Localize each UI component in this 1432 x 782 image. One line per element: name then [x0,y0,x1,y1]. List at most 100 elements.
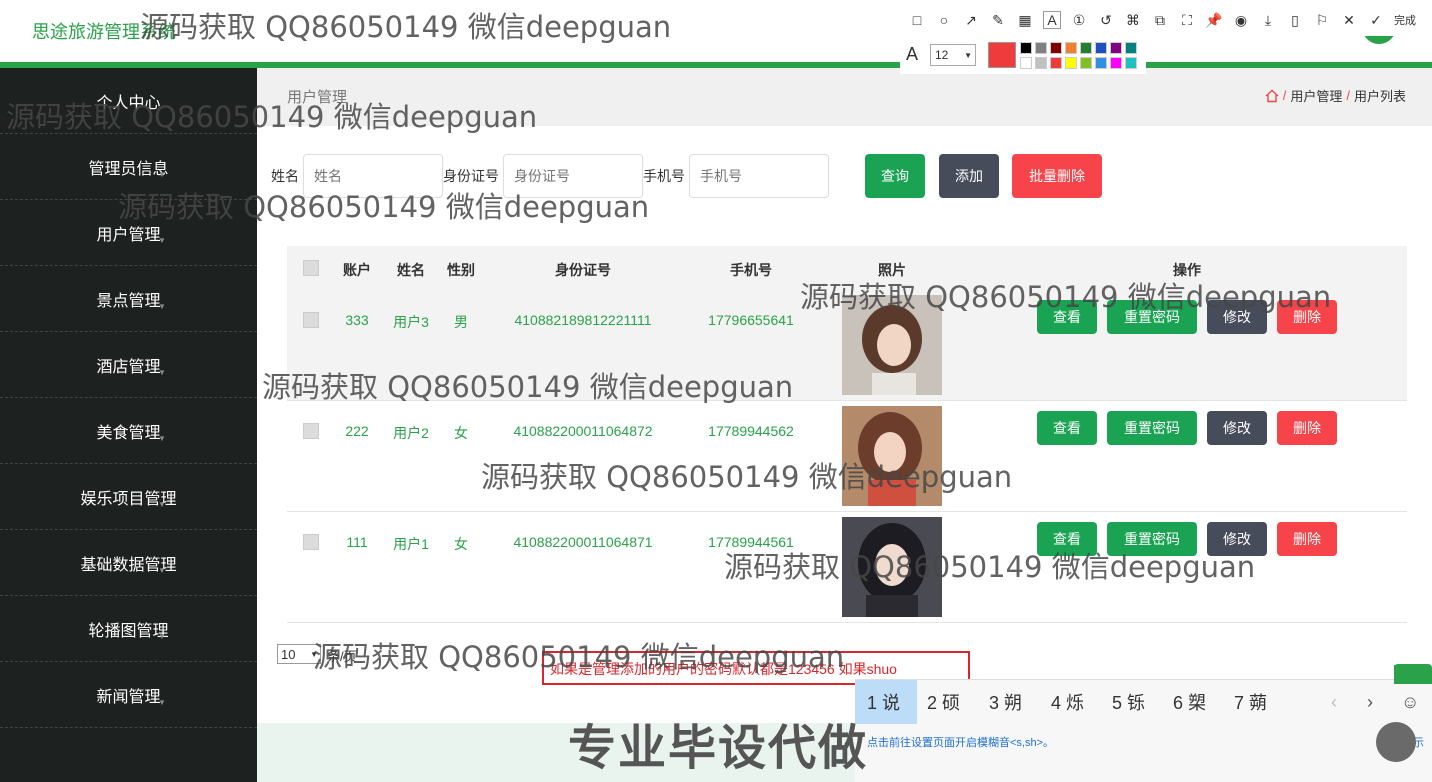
long-screenshot-icon[interactable]: ⛶ [1178,12,1196,29]
ocr-icon[interactable]: ⌘ [1124,12,1142,29]
mosaic-icon[interactable]: ▦ [1016,12,1034,29]
reset-password-button[interactable]: 重置密码 [1107,300,1197,334]
row-checkbox[interactable] [303,534,319,550]
color-swatch[interactable] [1065,42,1077,54]
chevron-down-icon: ▼ [158,566,166,575]
sidebar-item-base-data[interactable]: 基础数据管理 ▼ [0,530,257,596]
color-swatch[interactable] [1125,42,1137,54]
sidebar-item-attractions[interactable]: 景点管理 ▼ [0,266,257,332]
color-swatch[interactable] [1110,57,1122,69]
edit-button[interactable]: 修改 [1207,522,1267,556]
home-icon[interactable] [1265,89,1279,103]
breadcrumb-user-list: 用户列表 [1353,89,1406,104]
row-checkbox[interactable] [303,312,319,328]
user-photo [842,517,942,617]
next-page-icon[interactable]: › [1367,692,1373,713]
color-swatch[interactable] [1050,42,1062,54]
current-color[interactable] [988,42,1016,68]
color-swatch[interactable] [1020,57,1032,69]
rectangle-icon[interactable]: □ [908,12,926,28]
sidebar-item-profile[interactable]: 个人中心 [0,68,257,134]
cell-account: 222 [345,423,369,439]
color-swatch[interactable] [1035,42,1047,54]
prev-page-icon[interactable]: ‹ [1331,692,1337,713]
breadcrumb: / 用户管理 / 用户列表 [1265,86,1406,105]
cell-account: 333 [345,312,369,328]
page-title-bar: 用户管理 / 用户管理 / 用户列表 [257,68,1432,126]
undo-icon[interactable]: ↺ [1097,12,1115,29]
check-icon[interactable]: ✓ [1367,12,1385,29]
reset-password-button[interactable]: 重置密码 [1107,411,1197,445]
sidebar-item-food[interactable]: 美食管理 ▼ [0,398,257,464]
phone-icon[interactable]: ▯ [1286,12,1304,29]
arrow-icon[interactable]: ↗ [962,12,980,29]
ime-candidate[interactable]: 5 铄 [1112,680,1145,724]
ime-candidate[interactable]: 2 硕 [927,680,960,724]
number-icon[interactable]: ① [1070,12,1088,29]
query-button[interactable]: 查询 [865,154,925,198]
scroll-top-button[interactable] [1394,664,1432,684]
table-row: 222 用户2 女 410882200011064872 17789944562… [287,401,1407,512]
sidebar-item-news[interactable]: 新闻管理 ▼ [0,662,257,728]
color-swatch[interactable] [1050,57,1062,69]
done-button[interactable]: 完成 [1394,12,1416,28]
color-swatch[interactable] [1110,42,1122,54]
phone-input[interactable] [689,154,829,198]
color-swatch[interactable] [1035,57,1047,69]
sidebar-item-carousel[interactable]: 轮播图管理 ▼ [0,596,257,662]
row-checkbox[interactable] [303,423,319,439]
translate-icon[interactable]: ⧉ [1151,12,1169,29]
view-button[interactable]: 查看 [1037,411,1097,445]
color-swatch[interactable] [1020,42,1032,54]
ellipse-icon[interactable]: ○ [935,12,953,28]
download-icon[interactable]: ⤓ [1259,12,1277,29]
name-input[interactable] [303,154,443,198]
delete-button[interactable]: 删除 [1277,300,1337,334]
add-button[interactable]: 添加 [939,154,999,198]
color-swatch[interactable] [1095,57,1107,69]
ime-candidate[interactable]: 4 烁 [1051,680,1084,724]
text-icon[interactable]: A [1043,11,1061,29]
breadcrumb-user-management[interactable]: 用户管理 [1290,86,1342,105]
edit-button[interactable]: 修改 [1207,411,1267,445]
view-button[interactable]: 查看 [1037,300,1097,334]
emoji-icon[interactable]: ☺ [1401,692,1419,713]
table-row: 333 用户3 男 410882189812221111 17796655641… [287,290,1407,401]
font-size-select[interactable]: 12 ▼ [930,44,976,66]
ime-candidate[interactable]: 3 朔 [989,680,1022,724]
bookmark-icon[interactable]: ⚐ [1313,12,1331,29]
color-swatch[interactable] [1065,57,1077,69]
sidebar-item-admin-info[interactable]: 管理员信息 ▼ [0,134,257,200]
select-all-checkbox[interactable] [303,260,319,276]
sidebar-item-label: 管理员信息 [88,160,169,178]
close-icon[interactable]: ✕ [1340,12,1358,29]
page-size-select[interactable]: 10 ▼ [277,644,321,664]
color-swatch[interactable] [1125,57,1137,69]
page-size-suffix: 条/页 [327,649,357,664]
id-number-input[interactable] [503,154,643,198]
edit-button[interactable]: 修改 [1207,300,1267,334]
record-icon[interactable]: ◉ [1232,12,1250,29]
user-photo [842,295,942,395]
color-swatch[interactable] [1095,42,1107,54]
ime-candidate[interactable]: 7 蒴 [1234,680,1267,724]
sidebar-item-users[interactable]: 用户管理 ▼ [0,200,257,266]
color-swatch[interactable] [1080,42,1092,54]
pen-icon[interactable]: ✎ [989,12,1007,29]
cell-phone: 17789944561 [708,534,794,550]
reset-password-button[interactable]: 重置密码 [1107,522,1197,556]
sidebar-item-hotels[interactable]: 酒店管理 ▼ [0,332,257,398]
batch-delete-button[interactable]: 批量删除 [1012,154,1102,198]
sidebar-item-entertainment[interactable]: 娱乐项目管理 ▼ [0,464,257,530]
delete-button[interactable]: 删除 [1277,522,1337,556]
cell-name: 用户1 [393,536,429,552]
view-button[interactable]: 查看 [1037,522,1097,556]
delete-button[interactable]: 删除 [1277,411,1337,445]
ime-tip[interactable]: 点击前往设置页面开启模糊音<s,sh>。 [867,734,1054,750]
pin-icon[interactable]: 📌 [1205,12,1223,29]
column-header-gender: 性别 [447,262,475,278]
name-label: 姓名 [271,168,299,184]
color-swatch[interactable] [1080,57,1092,69]
floating-button[interactable] [1376,722,1416,762]
ime-candidate[interactable]: 6 槊 [1173,680,1206,724]
